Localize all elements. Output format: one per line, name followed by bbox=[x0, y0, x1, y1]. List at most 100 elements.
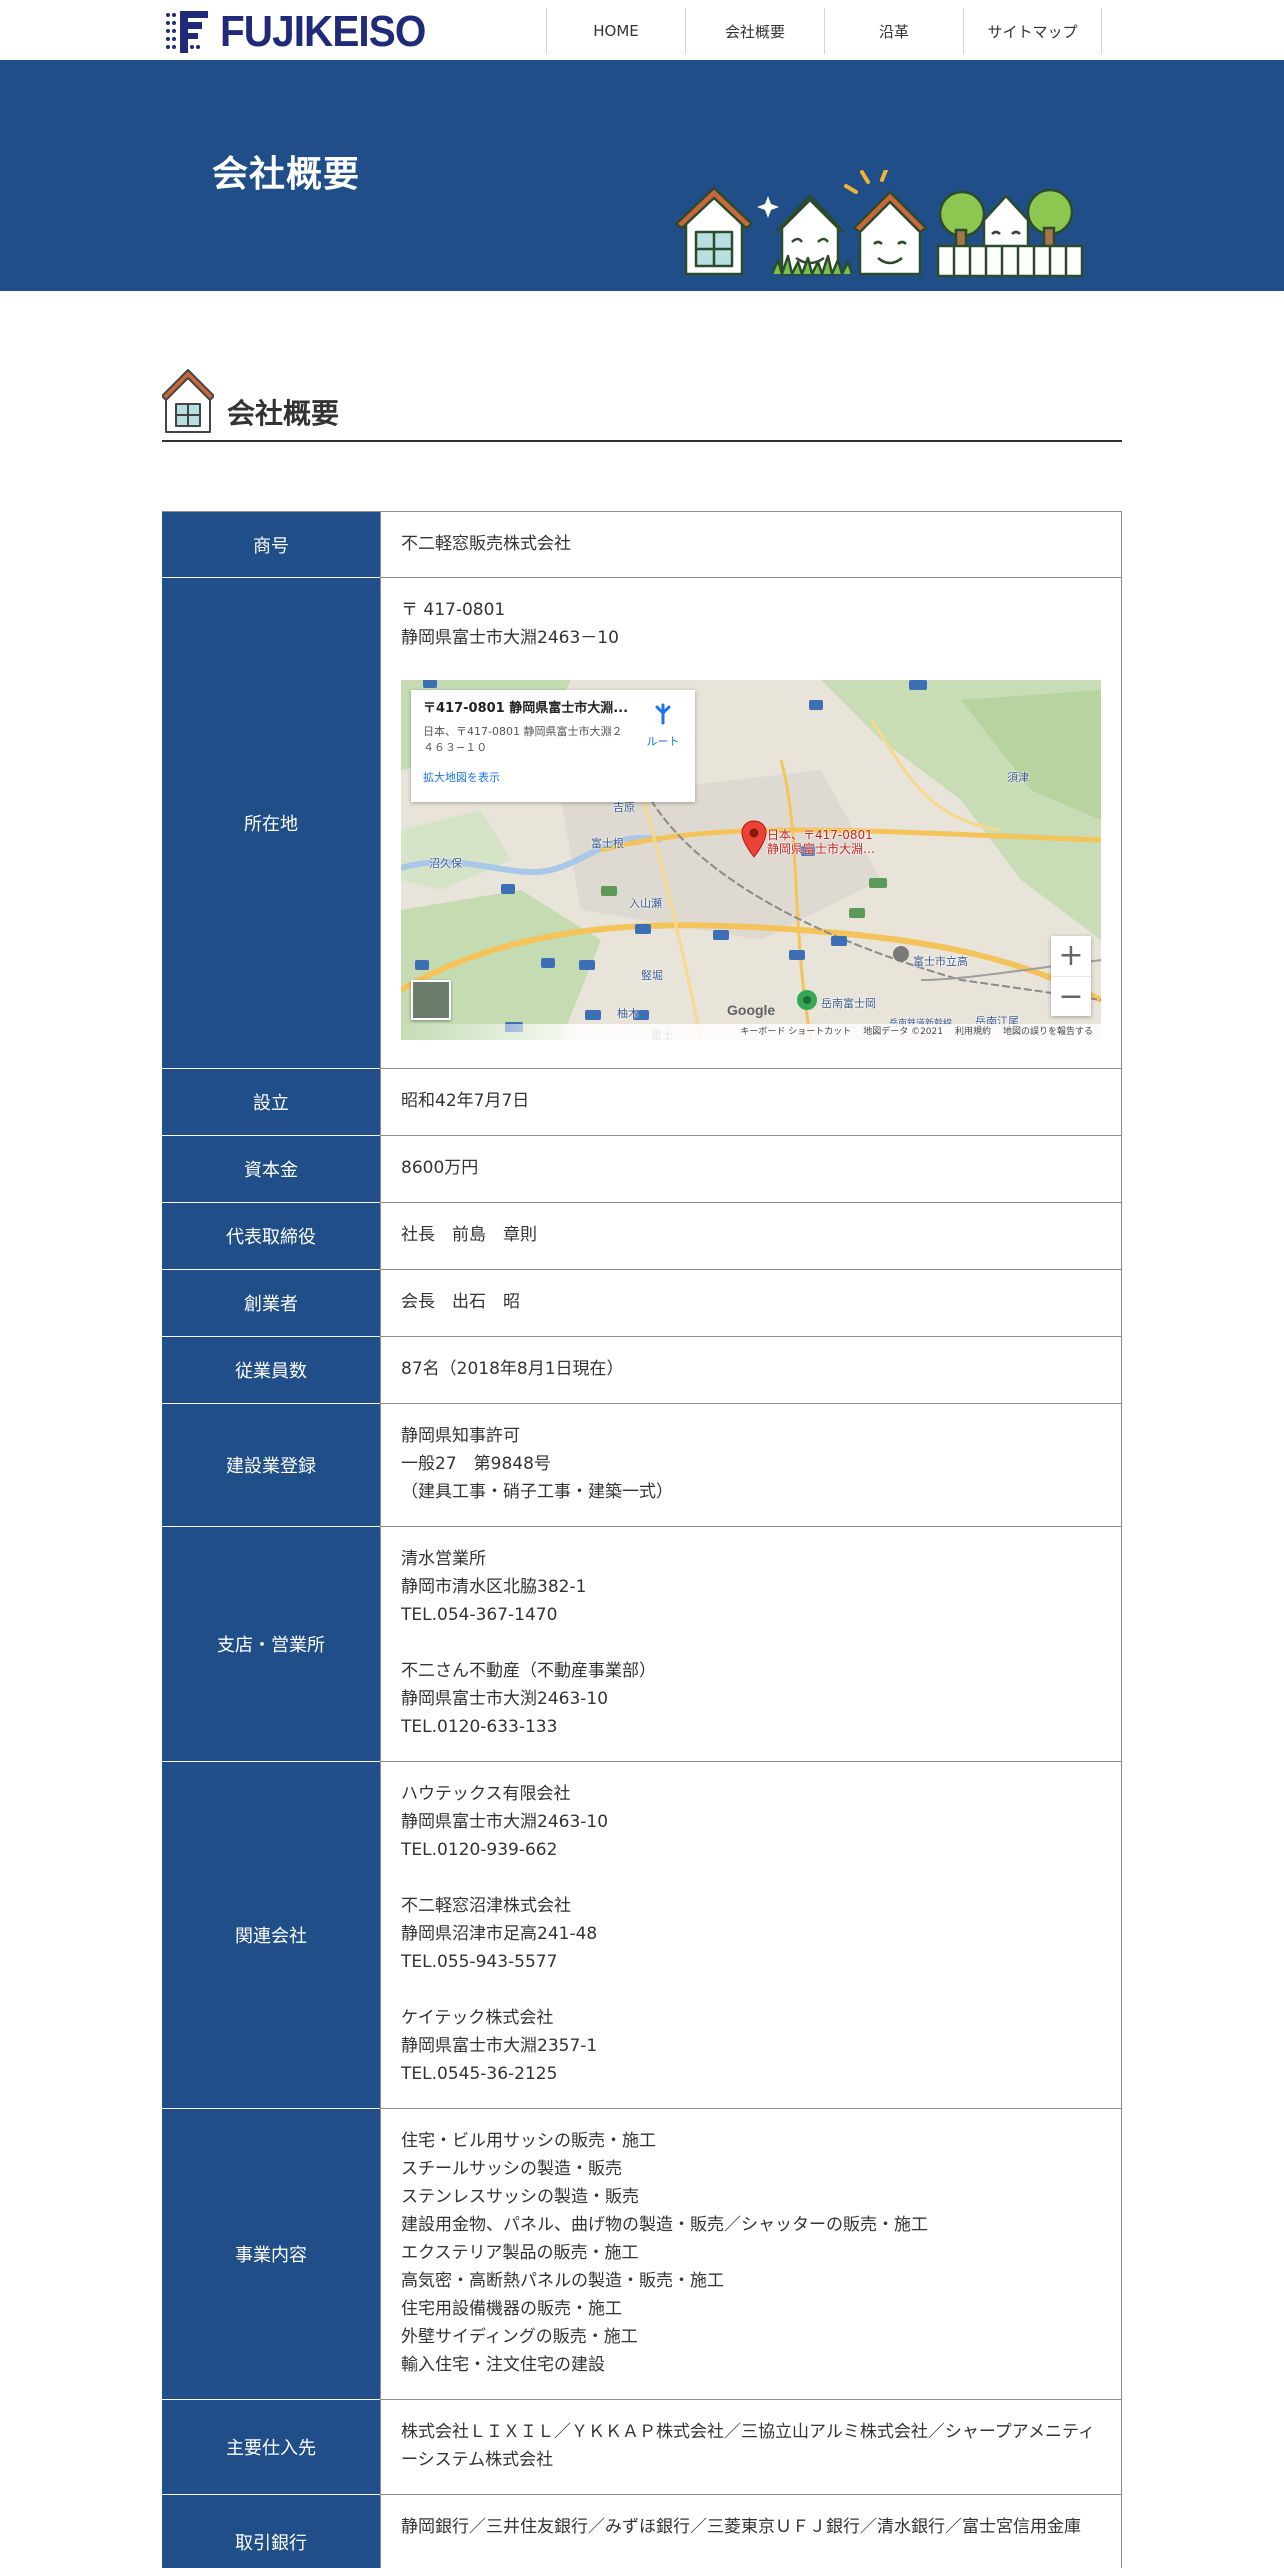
row-label-capital: 資本金 bbox=[162, 1136, 380, 1203]
section-title: 会社概要 bbox=[227, 397, 340, 430]
row-value-banks: 静岡銀行／三井住友銀行／みずほ銀行／三菱東京ＵＦＪ銀行／清水銀行／富士宮信用金庫 bbox=[380, 2495, 1122, 2568]
map-place-label: 富士根 bbox=[591, 837, 624, 850]
map-place-label: 沼久保 bbox=[429, 857, 462, 870]
value-line: 会長 出石 昭 bbox=[401, 1292, 520, 1312]
value-line: 外壁サイディングの販売・施工 bbox=[401, 2327, 638, 2347]
row-label-banks: 取引銀行 bbox=[162, 2495, 380, 2568]
value-line: 一般27 第9848号 bbox=[401, 1454, 551, 1474]
table-row: 資本金 8600万円 bbox=[162, 1136, 1122, 1203]
value-line: 87名（2018年8月1日現在） bbox=[401, 1359, 624, 1379]
nav-home[interactable]: HOME bbox=[546, 8, 685, 54]
row-value-suppliers: 株式会社ＬＩＸＩＬ／ＹＫＫＡＰ株式会社／三協立山アルミ株式会社／シャープアメニテ… bbox=[380, 2400, 1122, 2494]
affiliate-block: ハウテックス有限会社 静岡県富士市大淵2463-10 TEL.0120-939-… bbox=[401, 1780, 1101, 1864]
company-logo[interactable]: FUJIKEISO bbox=[162, 6, 443, 58]
row-label-employees: 従業員数 bbox=[162, 1337, 380, 1404]
map-place-label: 須津 bbox=[1007, 771, 1029, 784]
row-value-branches: 清水営業所 静岡市清水区北脇382-1 TEL.054-367-1470 不二さ… bbox=[380, 1527, 1122, 1761]
branch-block: 不二さん不動産（不動産事業部） 静岡県富士市大渕2463-10 TEL.0120… bbox=[401, 1657, 1101, 1741]
table-row: 商号 不二軽窓販売株式会社 bbox=[162, 511, 1122, 578]
map-card-address: 日本、〒417-0801 静岡県富士市大淵２４６３−１０ bbox=[423, 725, 623, 754]
row-value-established: 昭和42年7月7日 bbox=[380, 1069, 1122, 1135]
value-line: 静岡県富士市大渕2463-10 bbox=[401, 1689, 609, 1709]
value-line: 住宅・ビル用サッシの販売・施工 bbox=[401, 2131, 656, 2151]
value-line: 清水営業所 bbox=[401, 1549, 486, 1569]
row-label-branches: 支店・営業所 bbox=[162, 1527, 380, 1762]
value-line: 昭和42年7月7日 bbox=[401, 1091, 530, 1111]
nav-sitemap[interactable]: サイトマップ bbox=[963, 8, 1102, 54]
value-line: 不二軽窓沼津株式会社 bbox=[401, 1896, 571, 1916]
view-larger-map-link[interactable]: 拡大地図を表示 bbox=[423, 764, 500, 792]
value-line: 不二さん不動産（不動産事業部） bbox=[401, 1661, 656, 1681]
map-place-label: 富士市立高 bbox=[913, 955, 968, 968]
row-label-representative: 代表取締役 bbox=[162, 1203, 380, 1270]
table-row: 事業内容 住宅・ビル用サッシの販売・施工 スチールサッシの製造・販売 ステンレス… bbox=[162, 2109, 1122, 2400]
value-line: 〒 417-0801 bbox=[401, 600, 506, 620]
value-line: 静岡県沼津市足高241-48 bbox=[401, 1924, 598, 1944]
value-line: （建具工事・硝子工事・建築一式） bbox=[401, 1482, 673, 1502]
value-line: 建設用金物、パネル、曲げ物の製造・販売／シャッターの販売・施工 bbox=[401, 2215, 928, 2235]
row-label-suppliers: 主要仕入先 bbox=[162, 2400, 380, 2495]
affiliate-block: ケイテック株式会社 静岡県富士市大淵2357-1 TEL.0545-36-212… bbox=[401, 2004, 1101, 2088]
value-line: TEL.0120-939-662 bbox=[401, 1840, 558, 1860]
affiliate-block: 不二軽窓沼津株式会社 静岡県沼津市足高241-48 TEL.055-943-55… bbox=[401, 1892, 1101, 1976]
nav-company-profile[interactable]: 会社概要 bbox=[685, 8, 824, 54]
table-row: 代表取締役 社長 前島 章則 bbox=[162, 1203, 1122, 1270]
value-line: 高気密・高断熱パネルの製造・販売・施工 bbox=[401, 2271, 724, 2291]
value-line: 静岡銀行／三井住友銀行／みずほ銀行／三菱東京ＵＦＪ銀行／清水銀行／富士宮信用金庫 bbox=[401, 2517, 1081, 2537]
value-line: TEL.0545-36-2125 bbox=[401, 2064, 558, 2084]
value-line: 静岡県富士市大淵2463－10 bbox=[401, 628, 619, 648]
table-row: 支店・営業所 清水営業所 静岡市清水区北脇382-1 TEL.054-367-1… bbox=[162, 1527, 1122, 1762]
map-place-label: 竪堀 bbox=[641, 969, 663, 982]
map-footer: キーボード ショートカット 地図データ ©2021 利用規約 地図の誤りを報告す… bbox=[401, 1024, 1101, 1040]
row-label-founder: 創業者 bbox=[162, 1270, 380, 1337]
value-line: 静岡市清水区北脇382-1 bbox=[401, 1577, 587, 1597]
row-value-employees: 87名（2018年8月1日現在） bbox=[380, 1337, 1122, 1403]
route-label: ルート bbox=[646, 735, 680, 748]
table-row: 設立 昭和42年7月7日 bbox=[162, 1069, 1122, 1136]
value-line: 株式会社ＬＩＸＩＬ／ＹＫＫＡＰ株式会社／三協立山アルミ株式会社／シャープアメニテ… bbox=[401, 2422, 1095, 2470]
row-label-location: 所在地 bbox=[162, 578, 380, 1069]
value-line: ステンレスサッシの製造・販売 bbox=[401, 2187, 639, 2207]
value-line: ケイテック株式会社 bbox=[401, 2008, 554, 2028]
value-line: スチールサッシの製造・販売 bbox=[401, 2159, 622, 2179]
row-label-affiliates: 関連会社 bbox=[162, 1762, 380, 2109]
site-header: FUJIKEISO HOME 会社概要 沿革 サイトマップ bbox=[0, 0, 1284, 60]
row-label-trade-name: 商号 bbox=[162, 512, 380, 578]
table-row: 所在地 〒 417-0801 静岡県富士市大淵2463－10 富士根 沼久保 入… bbox=[162, 578, 1122, 1069]
value-line: ハウテックス有限会社 bbox=[401, 1784, 571, 1804]
zoom-out-button[interactable]: − bbox=[1051, 976, 1091, 1016]
satellite-toggle-button[interactable] bbox=[411, 980, 451, 1020]
table-row: 建設業登録 静岡県知事許可 一般27 第9848号 （建具工事・硝子工事・建築一… bbox=[162, 1404, 1122, 1527]
table-row: 関連会社 ハウテックス有限会社 静岡県富士市大淵2463-10 TEL.0120… bbox=[162, 1762, 1122, 2109]
row-value-construction-license: 静岡県知事許可 一般27 第9848号 （建具工事・硝子工事・建築一式） bbox=[380, 1404, 1122, 1526]
row-label-construction-license: 建設業登録 bbox=[162, 1404, 380, 1527]
terms-link[interactable]: 利用規約 bbox=[955, 1018, 991, 1040]
row-value-capital: 8600万円 bbox=[380, 1136, 1122, 1202]
row-value-business: 住宅・ビル用サッシの販売・施工 スチールサッシの製造・販売 ステンレスサッシの製… bbox=[380, 2109, 1122, 2399]
row-value-location: 〒 417-0801 静岡県富士市大淵2463－10 富士根 沼久保 入山瀬 竪… bbox=[380, 578, 1122, 1068]
map-pin-label: 日本、〒417-0801 静岡県富士市大淵… bbox=[767, 828, 875, 856]
zoom-in-button[interactable]: + bbox=[1051, 936, 1091, 976]
row-value-affiliates: ハウテックス有限会社 静岡県富士市大淵2463-10 TEL.0120-939-… bbox=[380, 1762, 1122, 2108]
map-zoom-control: + − bbox=[1051, 936, 1091, 1016]
main-nav: HOME 会社概要 沿革 サイトマップ bbox=[546, 8, 1102, 54]
table-row: 従業員数 87名（2018年8月1日現在） bbox=[162, 1337, 1122, 1404]
route-button[interactable]: ルート bbox=[645, 702, 681, 756]
location-pin-icon[interactable] bbox=[741, 820, 767, 858]
row-value-founder: 会長 出石 昭 bbox=[380, 1270, 1122, 1336]
nav-history[interactable]: 沿革 bbox=[824, 8, 963, 54]
keyboard-shortcuts-link[interactable]: キーボード ショートカット bbox=[740, 1018, 851, 1040]
pin-label-line: 静岡県富士市大淵… bbox=[767, 842, 876, 856]
section-heading: 会社概要 bbox=[162, 366, 1122, 442]
report-error-link[interactable]: 地図の誤りを報告する bbox=[1003, 1018, 1093, 1040]
company-info-table: 商号 不二軽窓販売株式会社 所在地 〒 417-0801 静岡県富士市大淵246… bbox=[162, 511, 1122, 2568]
house-icon bbox=[162, 369, 214, 433]
value-line: TEL.0120-633-133 bbox=[401, 1717, 558, 1737]
value-line: TEL.054-367-1470 bbox=[401, 1605, 558, 1625]
logo-mark-icon bbox=[166, 11, 208, 53]
table-row: 取引銀行 静岡銀行／三井住友銀行／みずほ銀行／三菱東京ＵＦＪ銀行／清水銀行／富士… bbox=[162, 2495, 1122, 2568]
value-line: エクステリア製品の販売・施工 bbox=[401, 2243, 639, 2263]
google-map[interactable]: 富士根 沼久保 入山瀬 竪堀 柚木 富士 富士市立高 岳南富士岡 岳南江尾 吉原… bbox=[401, 680, 1101, 1040]
value-line: 住宅用設備機器の販売・施工 bbox=[401, 2299, 622, 2319]
logo-text: FUJIKEISO bbox=[220, 7, 426, 56]
